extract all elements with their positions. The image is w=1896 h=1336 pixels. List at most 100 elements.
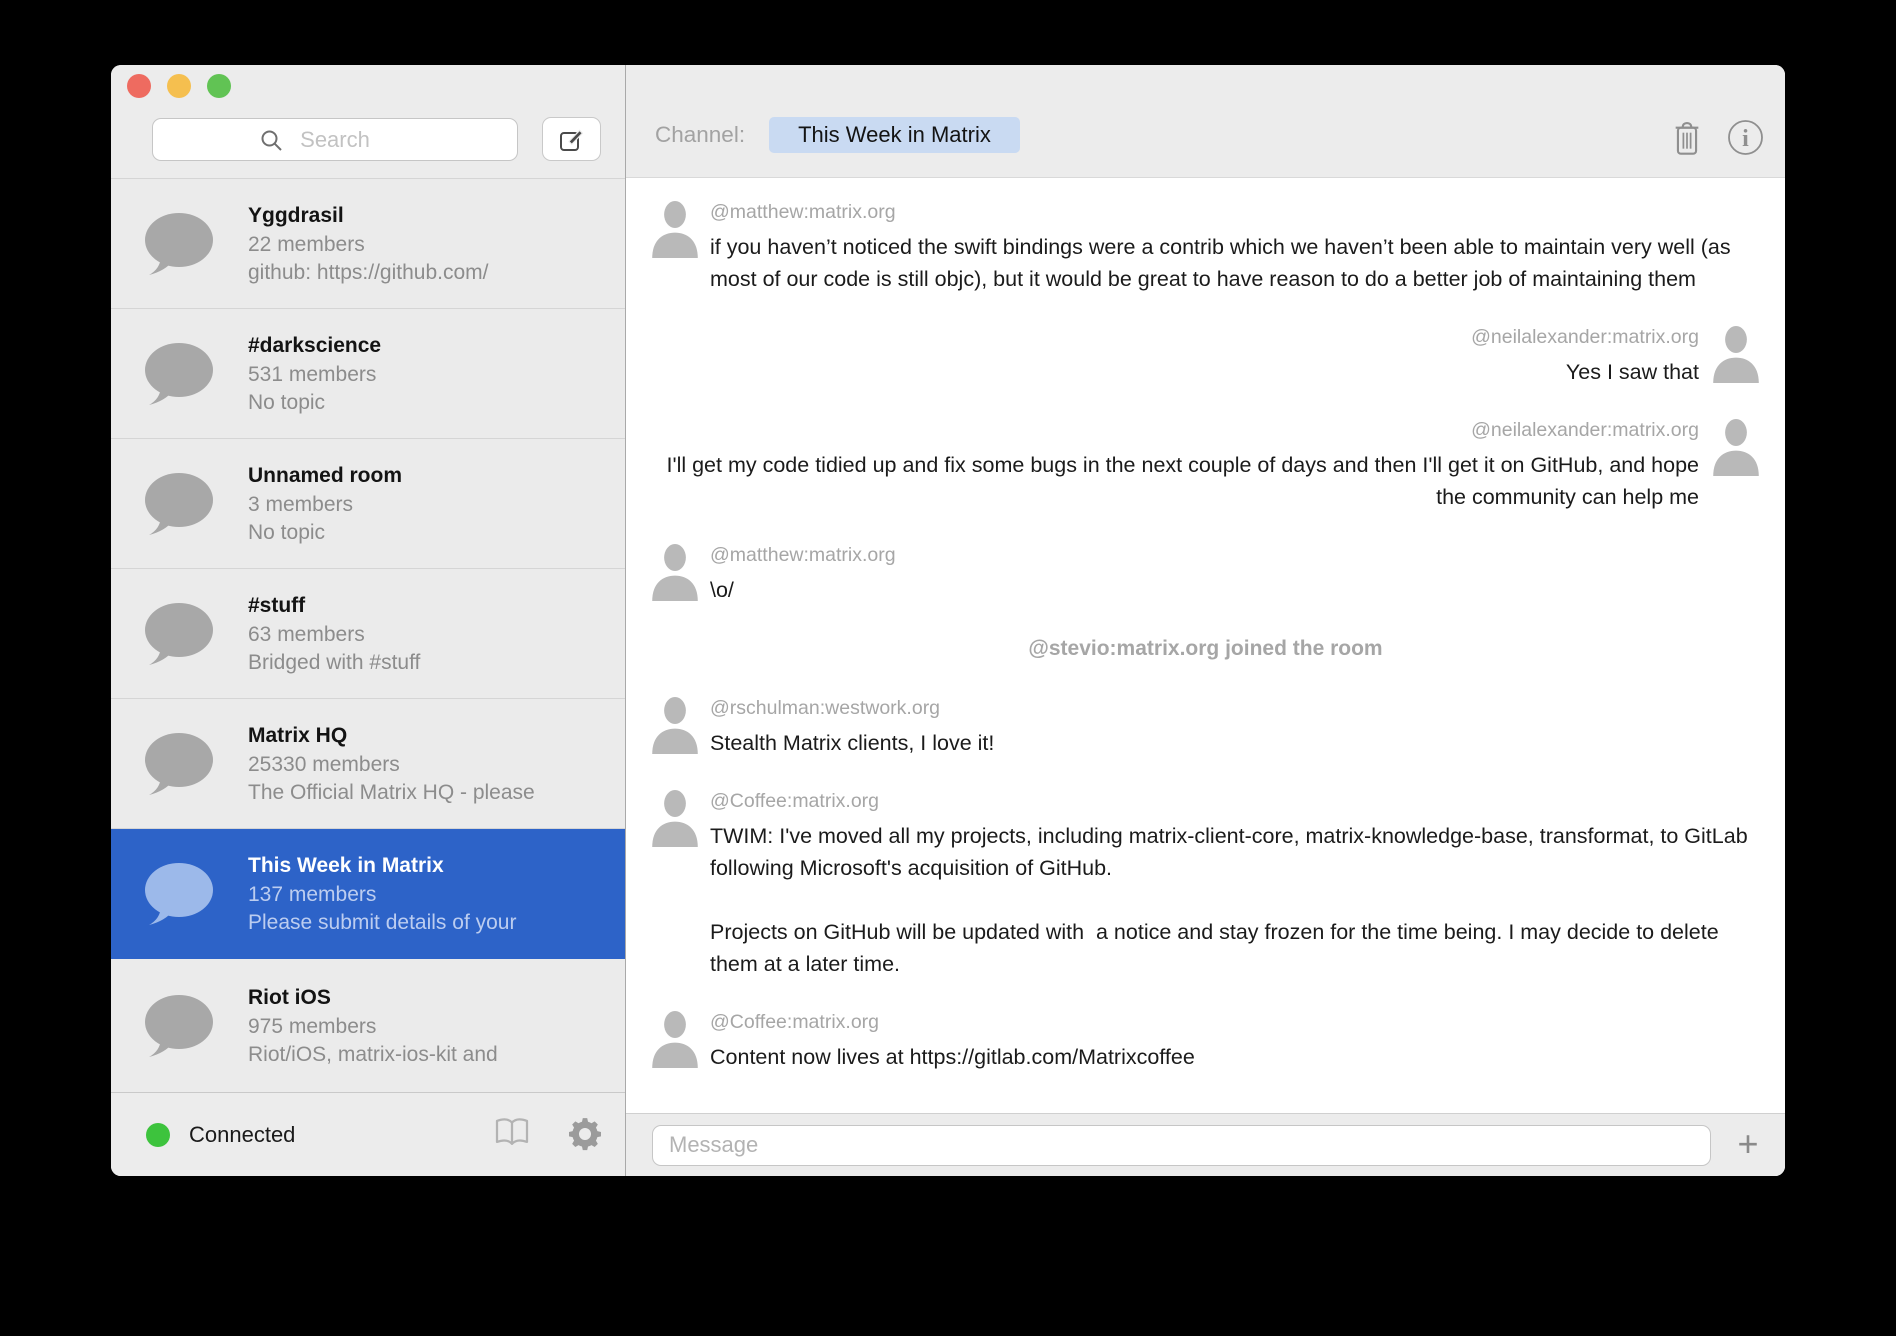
person-avatar-icon [650,200,700,258]
message: @Coffee:matrix.org TWIM: I've moved all … [650,789,1761,980]
channel-row: Channel: This Week in Matrix [655,117,1020,153]
chat-bubble-icon [144,342,214,406]
room-text: Unnamed room 3 members No topic [248,461,620,547]
person-avatar-icon [650,543,700,601]
chat-bubble-icon [144,994,214,1058]
chat-bubble-icon [144,212,214,276]
sidebar: Yggdrasil 22 members github: https://git… [111,65,626,1176]
message: @neilalexander:matrix.org Yes I saw that [650,325,1761,388]
room-members: 531 members [248,361,620,389]
room-text: Matrix HQ 25330 members The Official Mat… [248,721,620,807]
settings-button[interactable] [566,1115,604,1156]
status-bar: Connected [111,1092,625,1176]
message-body: @rschulman:westwork.org Stealth Matrix c… [710,696,1761,759]
room-members: 137 members [248,881,620,909]
message-input[interactable] [652,1125,1711,1166]
app-window: Yggdrasil 22 members github: https://git… [111,65,1785,1176]
zoom-window-button[interactable] [207,74,231,98]
message: @neilalexander:matrix.org I'll get my co… [650,418,1761,513]
message-sender: @neilalexander:matrix.org [650,418,1699,443]
message-body: @matthew:matrix.org \o/ [710,543,1761,606]
system-message: @stevio:matrix.org joined the room [650,636,1761,662]
message: @matthew:matrix.org \o/ [650,543,1761,606]
attach-button[interactable]: + [1711,1125,1785,1166]
chat-bubble-icon [144,602,214,666]
room-name: #darkscience [248,331,620,361]
room-members: 25330 members [248,751,620,779]
minimize-window-button[interactable] [167,74,191,98]
search-field [152,118,518,161]
room-text: #darkscience 531 members No topic [248,331,620,417]
room-info-button[interactable]: i [1727,119,1764,159]
message: @Coffee:matrix.org Content now lives at … [650,1010,1761,1073]
room-topic: Please submit details of your [248,909,620,937]
room-name: #stuff [248,591,620,621]
chat-header: Channel: This Week in Matrix i [626,65,1785,178]
gear-icon [566,1115,604,1153]
message-body: @Coffee:matrix.org TWIM: I've moved all … [710,789,1761,980]
room-name: This Week in Matrix [248,851,620,881]
room-name: Riot iOS [248,983,620,1013]
room-list-item[interactable]: #darkscience 531 members No topic [111,309,625,439]
message-sender: @Coffee:matrix.org [710,1010,1761,1035]
delete-room-button[interactable] [1671,120,1703,159]
book-icon [494,1117,530,1147]
person-avatar-icon [650,696,700,754]
message-sender: @rschulman:westwork.org [710,696,1761,721]
message-list: @matthew:matrix.org if you haven’t notic… [626,178,1785,1113]
channel-token[interactable]: This Week in Matrix [769,117,1020,153]
room-topic: No topic [248,519,620,547]
message-sender: @matthew:matrix.org [710,543,1761,568]
room-list-item[interactable]: Riot iOS 975 members Riot/iOS, matrix-io… [111,959,625,1092]
room-topic: Riot/iOS, matrix-ios-kit and [248,1041,620,1069]
room-members: 3 members [248,491,620,519]
person-avatar-icon [1711,418,1761,476]
message-body: @matthew:matrix.org if you haven’t notic… [710,200,1761,295]
room-list-item[interactable]: Unnamed room 3 members No topic [111,439,625,569]
person-avatar-icon [650,789,700,847]
bookmarks-button[interactable] [494,1117,530,1150]
room-name: Matrix HQ [248,721,620,751]
message-text: TWIM: I've moved all my projects, includ… [710,820,1761,980]
message: @matthew:matrix.org if you haven’t notic… [650,200,1761,295]
chat-bubble-icon [144,732,214,796]
message-body: @Coffee:matrix.org Content now lives at … [710,1010,1761,1073]
message-text: Stealth Matrix clients, I love it! [710,727,1761,759]
room-list-item[interactable]: #stuff 63 members Bridged with #stuff [111,569,625,699]
room-list-item[interactable]: This Week in Matrix 137 members Please s… [111,829,625,959]
message-sender: @Coffee:matrix.org [710,789,1761,814]
message-text: I'll get my code tidied up and fix some … [650,449,1699,513]
person-avatar-icon [650,1010,700,1068]
room-topic: The Official Matrix HQ - please [248,779,620,807]
room-text: Yggdrasil 22 members github: https://git… [248,201,620,287]
room-members: 975 members [248,1013,620,1041]
message-body: @neilalexander:matrix.org Yes I saw that [650,325,1699,388]
info-icon: i [1727,119,1764,156]
chat-bubble-icon [144,862,214,926]
message-sender: @matthew:matrix.org [710,200,1761,225]
sidebar-header [111,65,625,178]
room-text: Riot iOS 975 members Riot/iOS, matrix-io… [248,983,620,1069]
room-topic: github: https://github.com/ [248,259,620,287]
message-body: @neilalexander:matrix.org I'll get my co… [650,418,1699,513]
room-text: This Week in Matrix 137 members Please s… [248,851,620,937]
message-text: Content now lives at https://gitlab.com/… [710,1041,1761,1073]
compose-button[interactable] [542,117,601,161]
person-avatar-icon [1711,325,1761,383]
message-text: Yes I saw that [650,356,1699,388]
plus-icon: + [1737,1123,1758,1164]
close-window-button[interactable] [127,74,151,98]
room-members: 63 members [248,621,620,649]
connection-status-dot [146,1123,170,1147]
search-input[interactable] [153,119,517,160]
room-name: Unnamed room [248,461,620,491]
message-text: if you haven’t noticed the swift binding… [710,231,1761,295]
room-name: Yggdrasil [248,201,620,231]
room-topic: No topic [248,389,620,417]
channel-label: Channel: [655,122,745,148]
room-list-item[interactable]: Matrix HQ 25330 members The Official Mat… [111,699,625,829]
message: @rschulman:westwork.org Stealth Matrix c… [650,696,1761,759]
room-list-item[interactable]: Yggdrasil 22 members github: https://git… [111,179,625,309]
chat-bubble-icon [144,472,214,536]
svg-text:i: i [1742,126,1749,152]
